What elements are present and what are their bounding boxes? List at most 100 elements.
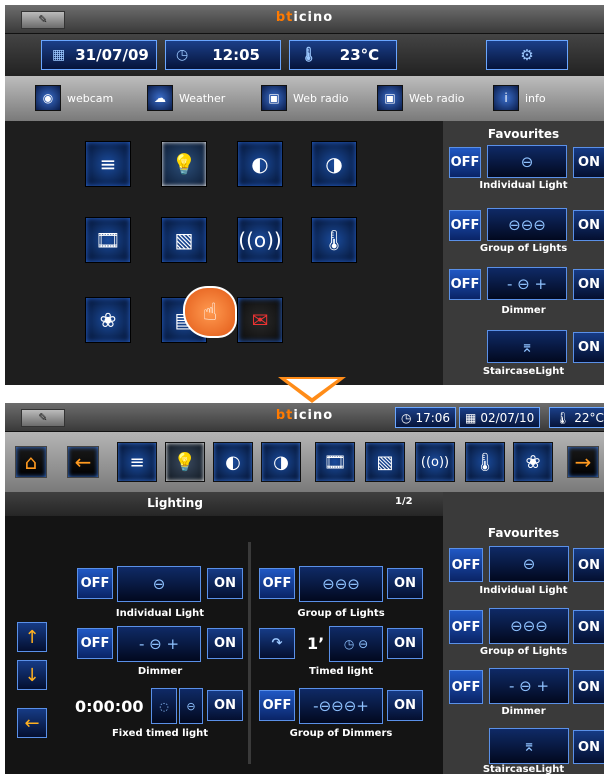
fav-off-button[interactable]: OFF — [449, 548, 483, 582]
top-bar: ✎ bticino ◷ 17:06 ▦ 02/07/10 🌡 22°C — [5, 403, 604, 432]
fav-on-button[interactable]: ON — [573, 210, 604, 241]
scenario-button-2[interactable]: ◑ — [261, 442, 301, 482]
fav-on-button[interactable]: ON — [573, 610, 604, 644]
group-lights-off[interactable]: OFF — [259, 568, 295, 599]
automation-button[interactable]: ≡ — [117, 442, 157, 482]
date-display[interactable]: ▦ 02/07/10 — [459, 407, 541, 428]
scenario-icon: ◐ — [225, 451, 241, 473]
alarm-button[interactable]: ((o)) — [415, 442, 455, 482]
individual-light-icon: ⊖ — [117, 566, 201, 602]
forward-button[interactable]: → — [567, 446, 599, 478]
alarm-button[interactable]: ((o)) — [237, 217, 283, 263]
group-dimmers-on[interactable]: ON — [387, 690, 423, 721]
shutters-icon: ≡ — [99, 152, 117, 176]
function-grid: ≡ 💡 ◐ ◑ 🎞 ▧ ((o)) 🌡 ❀ ▤ ✉ ☝ — [5, 121, 443, 385]
fav-off-button[interactable]: OFF — [449, 210, 481, 241]
time-display[interactable]: ◷ 12:05 — [165, 40, 281, 70]
web-radio-link-1[interactable]: ▣ Web radio — [261, 84, 349, 112]
flower-house-icon: ❀ — [525, 451, 541, 473]
weather-icon: ☁ — [147, 85, 173, 111]
fav-on-button[interactable]: ON — [573, 332, 604, 363]
fav-light-icon[interactable]: ⊖ — [487, 145, 567, 178]
settings-home-button[interactable]: ❀ — [513, 442, 553, 482]
scroll-down-button[interactable]: ↓ — [17, 660, 47, 690]
fav-off-button[interactable]: OFF — [449, 610, 483, 644]
lighting-button[interactable]: 💡 — [161, 141, 207, 187]
fav-on-button[interactable]: ON — [573, 730, 604, 764]
group-dimmers-icon: -⊖⊖⊖+ — [299, 688, 383, 724]
fav-off-button[interactable]: OFF — [449, 147, 481, 178]
multimedia-button[interactable]: 🎞 — [85, 217, 131, 263]
home-button[interactable]: ⌂ — [15, 446, 47, 478]
fav-dimmer-icon[interactable]: - ⊖ + — [489, 668, 569, 704]
temperature-button[interactable]: 🌡 — [311, 217, 357, 263]
info-bar: ▦ 31/07/09 ◷ 12:05 🌡 23°C ⚙ — [5, 34, 604, 76]
scenario-button-1[interactable]: ◐ — [237, 141, 283, 187]
fixed-timed-light-on[interactable]: ON — [207, 690, 243, 721]
webcam-link[interactable]: ◉ webcam — [35, 84, 113, 112]
fav-on-button[interactable]: ON — [573, 548, 604, 582]
scenario-button-2[interactable]: ◑ — [311, 141, 357, 187]
settings-home-button[interactable]: ❀ — [85, 297, 131, 343]
dimmer-label: Dimmer — [137, 666, 183, 677]
weather-link[interactable]: ☁ Weather — [147, 84, 225, 112]
automation-button[interactable]: ≡ — [85, 141, 131, 187]
pointer-hand-icon: ☝ — [183, 286, 237, 338]
info-link[interactable]: i info — [493, 84, 546, 112]
calendar-icon: ▦ — [465, 410, 477, 425]
dimmer-on[interactable]: ON — [207, 628, 243, 659]
scroll-up-button[interactable]: ↑ — [17, 622, 47, 652]
fav-label: Group of Lights — [479, 646, 568, 657]
individual-light-off[interactable]: OFF — [77, 568, 113, 599]
photo-button[interactable]: ▧ — [161, 217, 207, 263]
fav-on-button[interactable]: ON — [573, 147, 604, 178]
temperature-display[interactable]: 🌡 23°C — [289, 40, 397, 70]
timed-light-on[interactable]: ON — [387, 628, 423, 659]
clock-icon: ◷ — [401, 410, 412, 425]
scenario-button-1[interactable]: ◐ — [213, 442, 253, 482]
scenario-icon: ◐ — [251, 152, 269, 176]
fav-light-icon[interactable]: ⊖ — [489, 546, 569, 582]
scenario-icon: ◑ — [273, 451, 289, 473]
lighting-button[interactable]: 💡 — [165, 442, 205, 482]
fav-off-button[interactable]: OFF — [449, 670, 483, 704]
thermometer-icon: 🌡 — [321, 228, 347, 252]
fav-staircase-icon[interactable]: ⌆ — [489, 728, 569, 764]
back-side-button[interactable]: ← — [17, 708, 47, 738]
fav-off-button[interactable]: OFF — [449, 269, 481, 300]
group-dimmers-off[interactable]: OFF — [259, 690, 295, 721]
timer-dial-icon[interactable]: ◌ — [151, 688, 177, 724]
web-radio-link-2[interactable]: ▣ Web radio — [377, 84, 465, 112]
radio-icon: ▣ — [377, 85, 403, 111]
photo-button[interactable]: ▧ — [365, 442, 405, 482]
messages-button[interactable]: ✉ — [237, 297, 283, 343]
temperature-display[interactable]: 🌡 22°C — [549, 407, 604, 428]
individual-light-on[interactable]: ON — [207, 568, 243, 599]
fav-on-button[interactable]: ON — [573, 269, 604, 300]
favourites-title: Favourites — [487, 127, 560, 141]
date-display[interactable]: ▦ 31/07/09 — [41, 40, 157, 70]
fav-staircase-icon[interactable]: ⌆ — [487, 330, 567, 363]
shutters-icon: ≡ — [129, 451, 145, 473]
info-icon: i — [493, 85, 519, 111]
multimedia-button[interactable]: 🎞 — [315, 442, 355, 482]
fav-group-lights-icon[interactable]: ⊖⊖⊖ — [487, 208, 567, 241]
fav-on-button[interactable]: ON — [573, 670, 604, 704]
fav-group-lights-icon[interactable]: ⊖⊖⊖ — [489, 608, 569, 644]
favourites-panel: Favourites OFF ⊖ ON Individual Light OFF… — [443, 121, 604, 385]
back-button[interactable]: ← — [67, 446, 99, 478]
film-icon: 🎞 — [323, 451, 347, 473]
broadcast-icon: ((o)) — [420, 454, 450, 470]
radio-icon: ▣ — [261, 85, 287, 111]
timer-select-button[interactable]: ↷ — [259, 628, 295, 659]
temperature-button[interactable]: 🌡 — [465, 442, 505, 482]
dimmer-off[interactable]: OFF — [77, 628, 113, 659]
settings-button[interactable]: ⚙ — [486, 40, 568, 70]
film-icon: 🎞 — [95, 228, 121, 252]
group-lights-on[interactable]: ON — [387, 568, 423, 599]
home-screen: ✎ bticino ▦ 31/07/09 ◷ 12:05 🌡 23°C ⚙ ◉ webc… — [5, 5, 604, 385]
lighting-screen: ✎ bticino ◷ 17:06 ▦ 02/07/10 🌡 22°C ⌂ ← ≡ 💡… — [5, 403, 604, 774]
fav-dimmer-icon[interactable]: - ⊖ + — [487, 267, 567, 300]
time-display[interactable]: ◷ 17:06 — [395, 407, 457, 428]
fav-label: StaircaseLight — [482, 366, 565, 377]
